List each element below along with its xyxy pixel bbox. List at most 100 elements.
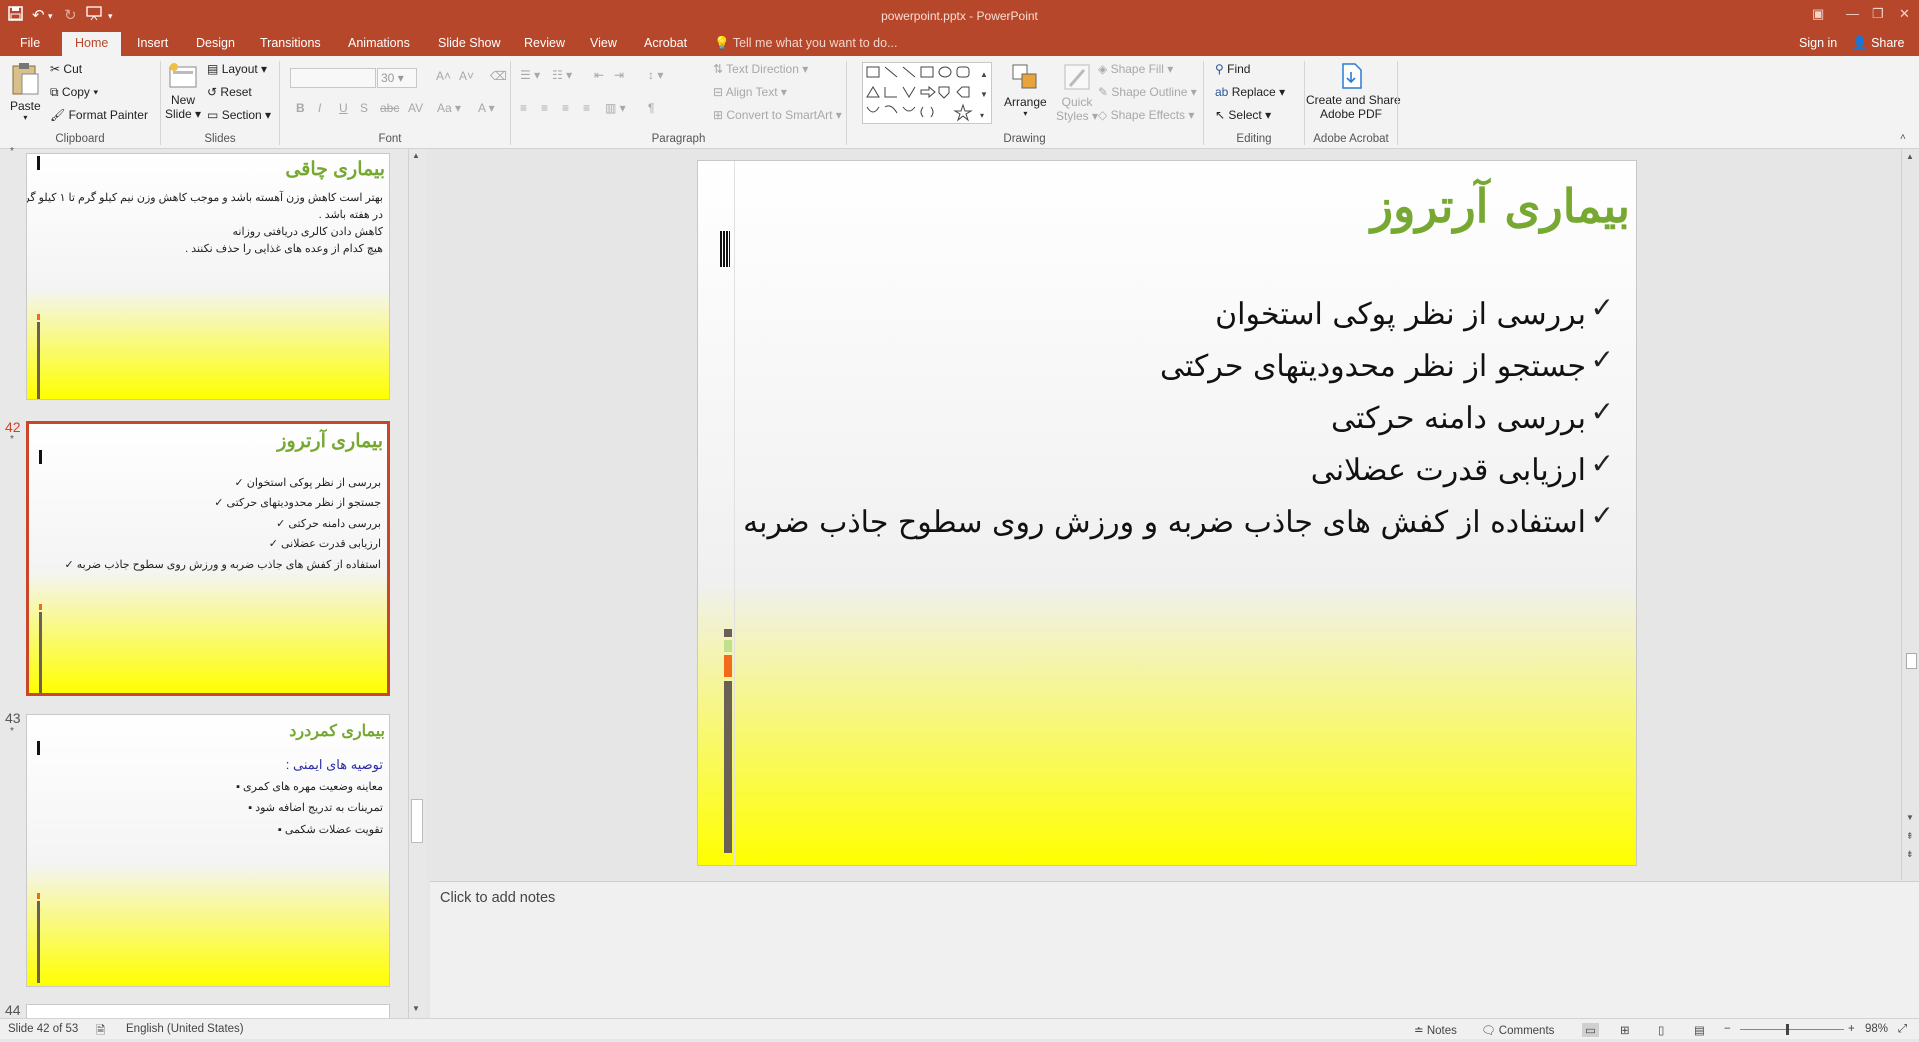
- tab-design[interactable]: Design: [196, 36, 235, 50]
- tab-file[interactable]: File: [20, 36, 40, 50]
- spellcheck-icon[interactable]: 🗎: [96, 1023, 105, 1042]
- copy-button[interactable]: ⧉ Copy ▾: [50, 85, 98, 100]
- ribbon-options-icon[interactable]: ▣: [1812, 6, 1824, 22]
- char-spacing-icon[interactable]: AV: [408, 101, 423, 115]
- zoom-in-icon[interactable]: +: [1848, 1023, 1855, 1035]
- create-pdf-button[interactable]: Create and Share Adobe PDF: [1306, 62, 1401, 121]
- arrange-button[interactable]: Arrange ▾: [1004, 62, 1047, 118]
- tab-slide-show[interactable]: Slide Show: [438, 36, 501, 50]
- slideshow-view-icon[interactable]: ▤: [1694, 1023, 1705, 1037]
- increase-indent-icon[interactable]: ⇥: [614, 68, 624, 82]
- align-text-button[interactable]: ⊟ Align Text ▾: [713, 85, 787, 99]
- reset-button[interactable]: ↺ Reset: [207, 85, 252, 99]
- convert-smartart-button[interactable]: ⊞ Convert to SmartArt ▾: [713, 108, 842, 122]
- slide-body[interactable]: ✓ بررسی از نظر پوکی استخوان ✓ جستجو از ن…: [714, 291, 1614, 591]
- decrease-indent-icon[interactable]: ⇤: [594, 68, 604, 82]
- notes-placeholder[interactable]: Click to add notes: [440, 890, 555, 906]
- tab-home[interactable]: Home: [62, 32, 122, 56]
- format-painter-button[interactable]: 🖌 Format Painter: [50, 108, 148, 122]
- shadow-icon[interactable]: S: [360, 101, 368, 115]
- tab-animations[interactable]: Animations: [348, 36, 410, 50]
- tab-acrobat[interactable]: Acrobat: [644, 36, 687, 50]
- collapse-ribbon-icon[interactable]: ˄: [1900, 132, 1906, 143]
- tab-review[interactable]: Review: [524, 36, 565, 50]
- scroll-down-icon[interactable]: ▼: [412, 1004, 420, 1013]
- font-size-box[interactable]: 30 ▾: [377, 68, 417, 88]
- restore-icon[interactable]: ❐: [1872, 6, 1884, 22]
- sign-in-link[interactable]: Sign in: [1799, 36, 1837, 50]
- editing-group-label: Editing: [1236, 133, 1272, 145]
- section-button[interactable]: ▭ Section ▾: [207, 108, 271, 122]
- scroll-thumb[interactable]: [1906, 653, 1917, 669]
- font-color-icon[interactable]: A ▾: [478, 101, 495, 115]
- minimize-icon[interactable]: —: [1846, 6, 1859, 21]
- cut-button[interactable]: ✂ Cut: [50, 62, 82, 76]
- underline-icon[interactable]: U: [339, 101, 348, 115]
- bullets-icon[interactable]: ☰ ▾: [520, 68, 540, 82]
- scroll-up-icon[interactable]: ▲: [1906, 152, 1914, 161]
- shape-fill-button[interactable]: ◈ Shape Fill ▾: [1098, 62, 1173, 76]
- change-case-icon[interactable]: Aa ▾: [437, 101, 461, 115]
- tab-view[interactable]: View: [590, 36, 617, 50]
- slide-thumbnail-41[interactable]: بیماری چاقی بهتر است کاهش وزن آهسته باشد…: [26, 153, 390, 400]
- zoom-level[interactable]: 98%: [1865, 1023, 1888, 1035]
- layout-icon: ▤: [207, 62, 219, 76]
- rtl-icon[interactable]: ¶: [648, 101, 654, 115]
- canvas-scrollbar[interactable]: ▲ ▼ ⇞ ⇟: [1901, 149, 1919, 880]
- slide-title[interactable]: بیماری آرتروز: [1371, 179, 1630, 233]
- align-center-icon[interactable]: ≡: [541, 101, 548, 115]
- zoom-out-icon[interactable]: −: [1724, 1023, 1731, 1035]
- paste-button[interactable]: Paste ▾: [10, 62, 41, 122]
- svg-text:▼: ▼: [980, 90, 988, 99]
- find-button[interactable]: ⚲ Find: [1215, 62, 1250, 76]
- notes-toggle[interactable]: ≐ Notes: [1414, 1023, 1457, 1037]
- align-left-icon[interactable]: ≡: [520, 101, 527, 115]
- reading-view-icon[interactable]: ▯: [1658, 1023, 1664, 1037]
- zoom-slider-thumb[interactable]: [1786, 1024, 1789, 1035]
- language-indicator[interactable]: English (United States): [126, 1023, 244, 1035]
- line-spacing-icon[interactable]: ↕ ▾: [648, 68, 663, 82]
- layout-button[interactable]: ▤ Layout ▾: [207, 62, 267, 76]
- tell-me-box[interactable]: 💡 Tell me what you want to do...: [714, 36, 898, 51]
- shape-outline-button[interactable]: ✎ Shape Outline ▾: [1098, 85, 1197, 99]
- share-button[interactable]: 👤 Share: [1852, 36, 1904, 51]
- scroll-down-icon[interactable]: ▼: [1906, 813, 1914, 822]
- fit-to-window-icon[interactable]: ⤢: [1898, 1023, 1907, 1036]
- strikethrough-icon[interactable]: abc: [380, 101, 399, 115]
- tab-transitions[interactable]: Transitions: [260, 36, 321, 50]
- normal-view-icon[interactable]: ▭: [1582, 1023, 1599, 1037]
- select-button[interactable]: ↖ Select ▾: [1215, 108, 1271, 122]
- align-right-icon[interactable]: ≡: [562, 101, 569, 115]
- notes-pane[interactable]: Click to add notes: [430, 881, 1919, 1018]
- numbering-icon[interactable]: ☷ ▾: [552, 68, 572, 82]
- shape-effects-button[interactable]: ◇ Shape Effects ▾: [1098, 108, 1194, 122]
- previous-slide-icon[interactable]: ⇞: [1906, 831, 1914, 842]
- italic-icon[interactable]: I: [318, 101, 321, 115]
- scroll-up-icon[interactable]: ▲: [412, 151, 420, 160]
- shapes-gallery[interactable]: ▲ ▼ ▾: [862, 62, 992, 124]
- zoom-slider[interactable]: [1740, 1029, 1844, 1030]
- slide-thumbnail-42[interactable]: بیماری آرتروز بررسی از نظر پوکی استخوان …: [26, 421, 390, 696]
- current-slide[interactable]: بیماری آرتروز ✓ بررسی از نظر پوکی استخوا…: [697, 160, 1637, 867]
- new-slide-button[interactable]: New Slide ▾: [165, 62, 201, 121]
- thumbnail-scrollbar[interactable]: ▲ ▼: [408, 149, 425, 1018]
- replace-button[interactable]: ab Replace ▾: [1215, 85, 1285, 99]
- comments-toggle[interactable]: 🗨 Comments: [1481, 1023, 1554, 1037]
- scroll-thumb[interactable]: [411, 799, 423, 843]
- quick-styles-button[interactable]: Quick Styles ▾: [1056, 62, 1098, 123]
- decrease-font-icon[interactable]: A˅: [459, 69, 474, 83]
- close-icon[interactable]: ✕: [1899, 6, 1910, 22]
- tab-insert[interactable]: Insert: [137, 36, 168, 50]
- font-name-box[interactable]: [290, 68, 376, 88]
- clipboard-group-label: Clipboard: [55, 133, 105, 145]
- clear-format-icon[interactable]: ⌫: [490, 69, 507, 83]
- slide-sorter-icon[interactable]: ⊞: [1620, 1023, 1630, 1037]
- columns-icon[interactable]: ▥ ▾: [605, 101, 626, 115]
- text-direction-button[interactable]: ⇅ Text Direction ▾: [713, 62, 808, 76]
- bold-icon[interactable]: B: [296, 101, 305, 115]
- next-slide-icon[interactable]: ⇟: [1906, 849, 1914, 860]
- justify-icon[interactable]: ≡: [583, 101, 590, 115]
- increase-font-icon[interactable]: A˄: [436, 69, 451, 83]
- slides-group-label: Slides: [204, 133, 236, 145]
- slide-thumbnail-43[interactable]: بیماری کمردرد توصیه های ایمنی : معاینه و…: [26, 714, 390, 987]
